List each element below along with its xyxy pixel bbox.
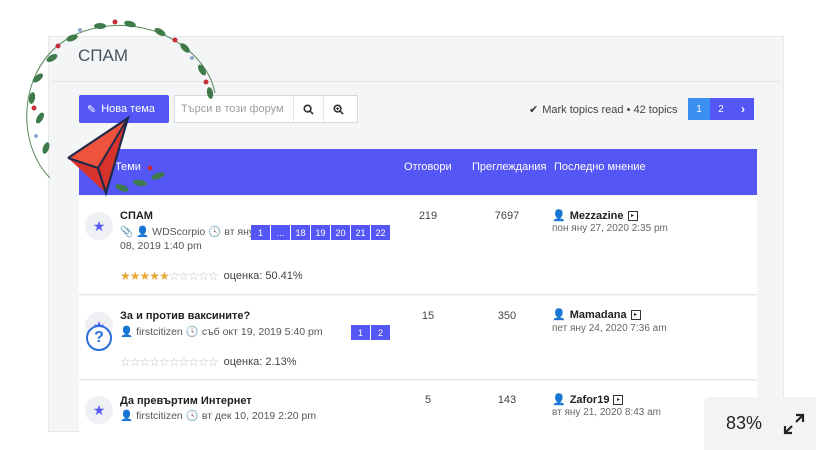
topic-date-cont: 08, 2019 1:40 pm: [120, 240, 202, 252]
new-topic-label: Нова тема: [101, 103, 155, 115]
topic-pagination: 1 2: [351, 325, 391, 340]
topic-star-icon: ★: [85, 396, 113, 424]
user-icon: 👤: [120, 410, 134, 422]
clock-icon: 🕓: [185, 326, 199, 338]
goto-last-post-icon[interactable]: ▸: [613, 394, 624, 405]
topic-page-19[interactable]: 19: [311, 225, 331, 240]
topic-page-ellipsis: ...: [271, 225, 291, 240]
topic-date: вт дек 10, 2019 2:20 pm: [201, 409, 317, 422]
topic-author[interactable]: firstcitizen: [136, 326, 183, 338]
rating-stars[interactable]: ☆☆☆☆☆☆☆☆☆☆: [120, 355, 219, 369]
search-icon: [303, 103, 314, 115]
topic-row: ★ СПАМ 📎 👤 WDScorpio 🕓 вт яну 08, 2019 1…: [79, 196, 757, 295]
topic-title[interactable]: Да превъртим Интернет: [120, 395, 252, 407]
divider: [52, 81, 780, 82]
search-button[interactable]: [293, 96, 323, 122]
topic-title[interactable]: За и против ваксините?: [120, 310, 250, 322]
help-icon[interactable]: ?: [86, 325, 112, 351]
clock-icon: 🕓: [185, 410, 199, 422]
topic-date: вт яну: [224, 225, 255, 238]
zoom-widget: 83%: [704, 397, 816, 450]
last-post-date: пет яну 24, 2020 7:36 am: [552, 323, 667, 334]
user-icon: 👤: [136, 226, 150, 238]
goto-last-post-icon[interactable]: ▸: [627, 210, 638, 221]
zoom-in-icon: [333, 103, 344, 115]
topic-star-icon: ★: [85, 212, 113, 240]
topic-rating: ☆☆☆☆☆☆☆☆☆☆ оценка: 2.13%: [120, 355, 297, 369]
replies-count: 5: [424, 394, 432, 406]
header-views: Преглеждания: [472, 161, 547, 173]
pencil-icon: ✎: [87, 103, 97, 116]
last-post-username[interactable]: Mezzazine: [570, 210, 624, 222]
topic-meta: 👤 firstcitizen 🕓 вт дек 10, 2019 2:20 pm: [120, 409, 317, 423]
last-post-date: вт яну 21, 2020 8:43 am: [552, 407, 662, 418]
next-page-button[interactable]: ›: [732, 98, 754, 120]
clock-icon: 🕓: [208, 226, 222, 238]
replies-count: 15: [421, 310, 435, 322]
header-replies: Отговори: [404, 161, 452, 173]
topic-title[interactable]: СПАМ: [120, 210, 153, 222]
last-post-username[interactable]: Mamadana: [570, 309, 627, 321]
topic-meta: 👤 firstcitizen 🕓 съб окт 19, 2019 5:40 p…: [120, 325, 323, 339]
page-1-button[interactable]: 1: [688, 98, 710, 120]
topic-author[interactable]: firstcitizen: [136, 410, 183, 422]
mark-topics-read-link[interactable]: ✔ Mark topics read • 42 topics: [529, 103, 678, 117]
topic-page-20[interactable]: 20: [331, 225, 351, 240]
last-post-user: 👤 Mamadana ▸: [552, 308, 641, 321]
topic-page-21[interactable]: 21: [351, 225, 371, 240]
user-icon: 👤: [552, 394, 566, 406]
topic-page-1[interactable]: 1: [351, 325, 371, 340]
pagination-top: 1 2 ›: [688, 98, 754, 120]
last-post-user: 👤 Zafor19 ▸: [552, 393, 624, 406]
last-post-date: пон яну 27, 2020 2:35 pm: [552, 223, 668, 234]
user-icon: 👤: [120, 326, 134, 338]
page-2-button[interactable]: 2: [710, 98, 732, 120]
topic-meta: 📎 👤 WDScorpio 🕓 вт яну: [120, 225, 255, 239]
new-topic-button[interactable]: ✎ Нова тема: [79, 95, 169, 123]
header-topics: Теми: [115, 161, 141, 173]
rating-label: оценка: 50.41%: [223, 270, 303, 282]
topic-page-18[interactable]: 18: [291, 225, 311, 240]
rating-stars[interactable]: ★★★★★☆☆☆☆☆: [120, 269, 219, 283]
topic-author[interactable]: WDScorpio: [152, 226, 205, 238]
zoom-level: 83%: [726, 413, 763, 433]
attachment-icon: 📎: [120, 226, 134, 238]
replies-count: 219: [418, 210, 438, 222]
advanced-search-button[interactable]: [323, 96, 353, 122]
views-count: 350: [497, 310, 517, 322]
user-icon: 👤: [552, 309, 566, 321]
topic-row: ★ Да превъртим Интернет 👤 firstcitizen 🕓…: [79, 381, 757, 432]
header-last-post: Последно мнение: [554, 161, 646, 173]
check-icon: ✔: [529, 104, 539, 116]
search-input[interactable]: [175, 97, 293, 121]
topic-page-1[interactable]: 1: [251, 225, 271, 240]
topic-rating: ★★★★★☆☆☆☆☆ оценка: 50.41%: [120, 269, 303, 283]
topics-header: Теми Отговори Преглеждания Последно мнен…: [79, 149, 757, 195]
search-box: [174, 95, 358, 123]
goto-last-post-icon[interactable]: ▸: [630, 309, 641, 320]
views-count: 7697: [494, 210, 520, 222]
rating-label: оценка: 2.13%: [223, 356, 297, 368]
topic-pagination: 1 ... 18 19 20 21 22: [251, 225, 391, 240]
last-post-username[interactable]: Zafor19: [570, 394, 610, 406]
topic-date: съб окт 19, 2019 5:40 pm: [201, 325, 323, 338]
topic-row: ★ За и против ваксините? 👤 firstcitizen …: [79, 296, 757, 380]
mark-read-label: Mark topics read • 42 topics: [542, 103, 678, 116]
forum-title[interactable]: СПАМ: [78, 46, 128, 66]
views-count: 143: [497, 394, 517, 406]
user-icon: 👤: [552, 210, 566, 222]
topic-page-22[interactable]: 22: [371, 225, 391, 240]
last-post-user: 👤 Mezzazine ▸: [552, 209, 638, 222]
topic-page-2[interactable]: 2: [371, 325, 391, 340]
expand-icon[interactable]: [782, 412, 806, 436]
chevron-right-icon: ›: [741, 102, 745, 116]
